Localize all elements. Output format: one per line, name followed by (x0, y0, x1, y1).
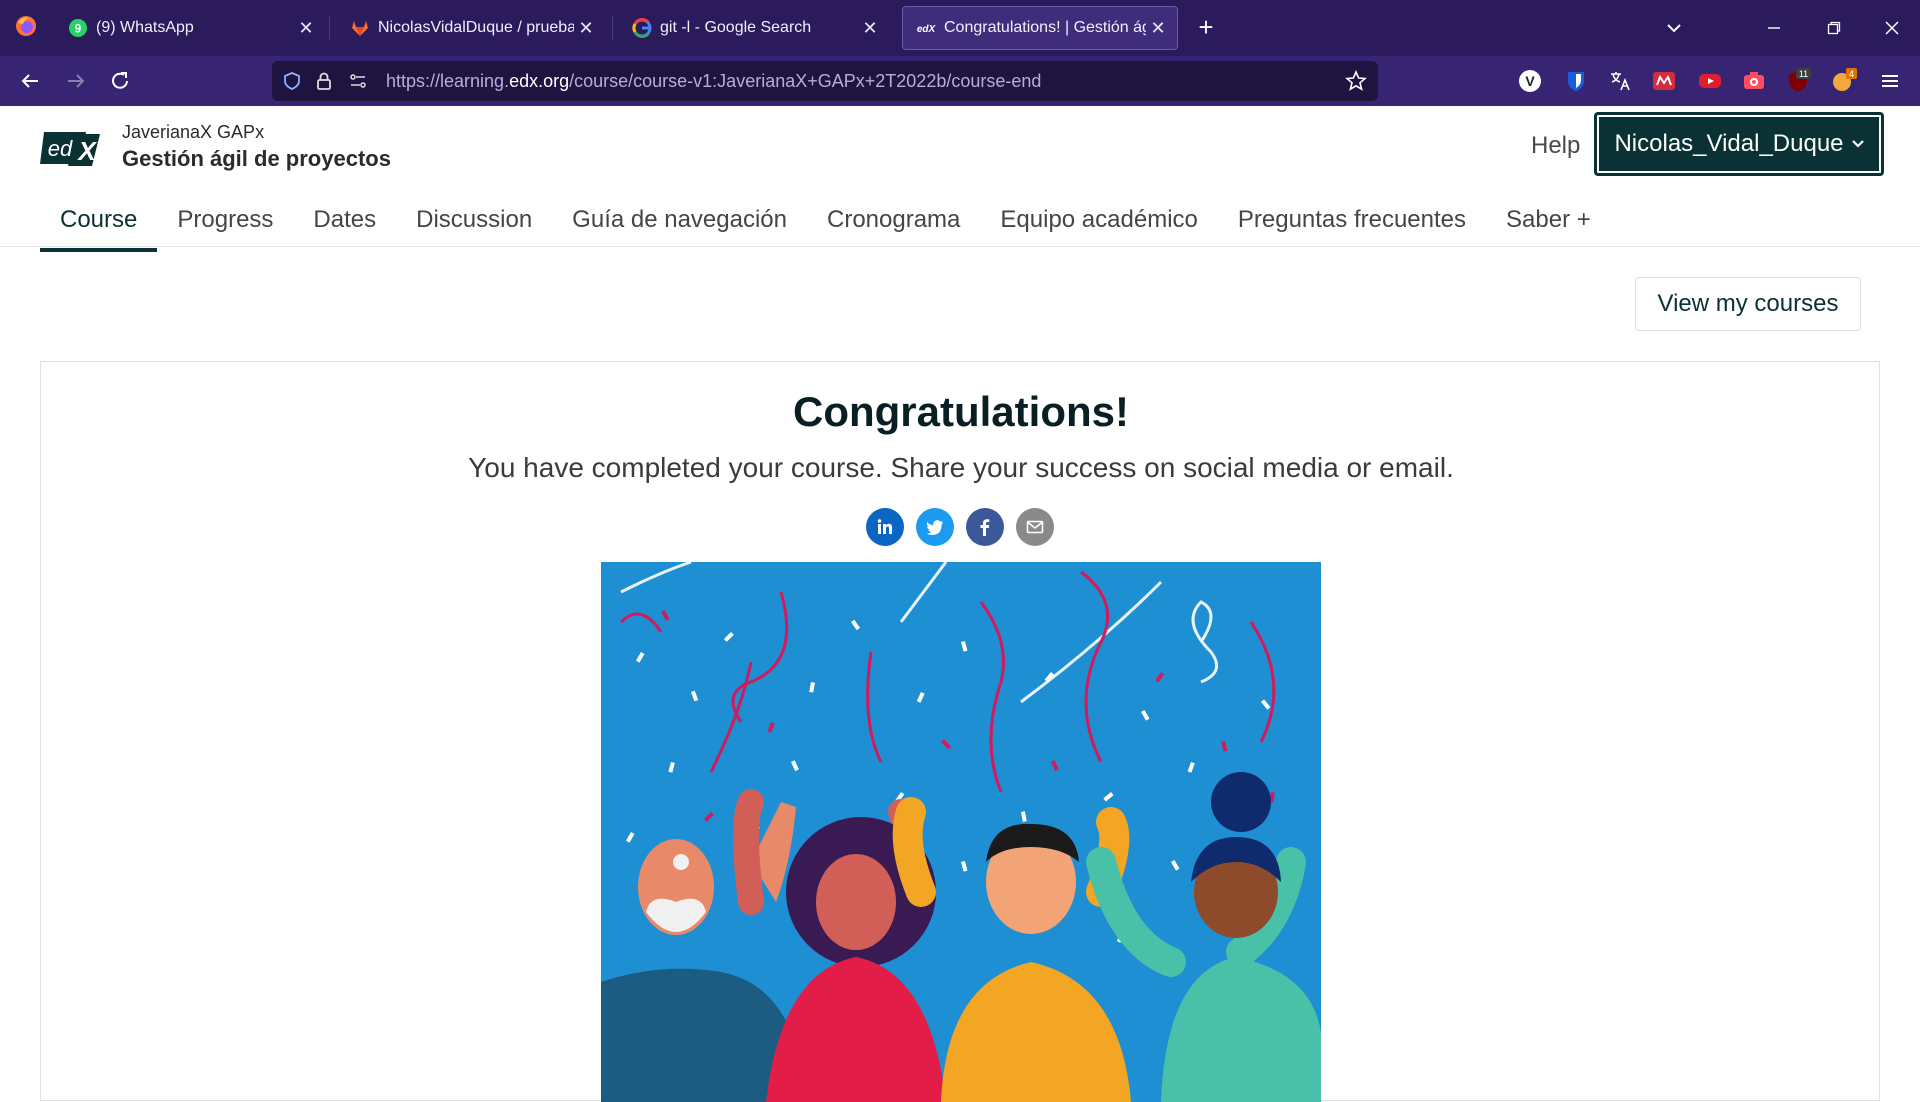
celebration-illustration (601, 562, 1321, 1102)
browser-tab-whatsapp[interactable]: 9 (9) WhatsApp ✕ (54, 6, 326, 50)
course-title: Gestión ágil de proyectos (122, 146, 391, 171)
url-text[interactable]: https://learning.edx.org/course/course-v… (386, 71, 1041, 92)
close-tab-icon[interactable]: ✕ (858, 16, 882, 40)
bookmark-star-icon[interactable] (1344, 69, 1368, 93)
course-end-card: Congratulations! You have completed your… (40, 361, 1880, 1102)
twitter-icon (926, 520, 943, 535)
addon-extension-icon[interactable]: 4 (1830, 67, 1858, 95)
firefox-menu-icon[interactable] (14, 14, 38, 38)
view-my-courses-button[interactable]: View my courses (1635, 277, 1861, 331)
new-tab-button[interactable]: + (1192, 14, 1220, 42)
edx-favicon-icon: edX (916, 18, 936, 38)
email-icon (1026, 520, 1044, 534)
tab-discussion[interactable]: Discussion (396, 188, 552, 252)
tab-title: (9) WhatsApp (96, 19, 194, 36)
close-window-button[interactable] (1876, 12, 1908, 44)
svg-text:9: 9 (75, 22, 82, 36)
facebook-share-button[interactable] (966, 508, 1004, 546)
browser-tab-gitlab[interactable]: NicolasVidalDuque / prueba · G ✕ (336, 6, 606, 50)
svg-text:11: 11 (1799, 69, 1808, 79)
vimium-extension-icon[interactable]: V (1516, 67, 1544, 95)
tab-equipo-academico[interactable]: Equipo académico (980, 188, 1217, 252)
reload-button[interactable] (104, 65, 136, 97)
help-link[interactable]: Help (1531, 132, 1580, 160)
browser-tab-edx-active[interactable]: edX Congratulations! | Gestión ágil d ✕ (902, 6, 1178, 50)
gitlab-icon (350, 18, 370, 38)
hamburger-menu-icon[interactable] (1876, 67, 1904, 95)
svg-text:edX: edX (917, 24, 936, 35)
email-share-button[interactable] (1016, 508, 1054, 546)
svg-text:ed: ed (48, 136, 73, 161)
tab-title: git -l - Google Search (660, 19, 812, 36)
list-all-tabs-icon[interactable] (1660, 16, 1688, 40)
twitter-share-button[interactable] (916, 508, 954, 546)
course-org: JaverianaX GAPx (122, 122, 265, 142)
course-tabs: Course Progress Dates Discussion Guía de… (40, 188, 1611, 252)
tracking-protection-icon[interactable] (280, 69, 304, 93)
tab-title: NicolasVidalDuque / prueba · G (378, 19, 574, 36)
close-tab-icon[interactable]: ✕ (574, 16, 598, 40)
tab-course[interactable]: Course (40, 188, 158, 252)
site-permissions-icon[interactable] (346, 69, 370, 93)
minimize-button[interactable] (1758, 12, 1790, 44)
tab-cronograma[interactable]: Cronograma (807, 188, 980, 252)
edx-logo[interactable]: ed X (40, 128, 102, 168)
share-buttons (866, 508, 1054, 546)
close-tab-icon[interactable]: ✕ (294, 16, 318, 40)
tab-saber-mas[interactable]: Saber + (1486, 188, 1611, 252)
youtube-extension-icon[interactable] (1696, 67, 1724, 95)
tab-guia-navegacion[interactable]: Guía de navegación (552, 188, 807, 252)
tab-title: Congratulations! | Gestión ágil d (944, 19, 1146, 36)
lock-icon[interactable] (312, 69, 336, 93)
svg-text:X: X (76, 136, 97, 166)
google-icon (632, 18, 652, 38)
congratulations-heading: Congratulations! (793, 388, 1129, 435)
ublock-extension-icon[interactable]: 11 (1784, 67, 1812, 95)
mendeley-extension-icon[interactable] (1650, 67, 1678, 95)
back-button[interactable] (14, 65, 46, 97)
forward-button[interactable] (60, 65, 92, 97)
browser-nav-bar: https://learning.edx.org/course/course-v… (0, 56, 1920, 106)
translate-extension-icon[interactable] (1606, 67, 1634, 95)
svg-text:V: V (1525, 73, 1535, 89)
bitwarden-extension-icon[interactable] (1562, 67, 1590, 95)
user-menu-button[interactable]: Nicolas_Vidal_Duque (1594, 112, 1884, 176)
browser-tab-bar: 9 (9) WhatsApp ✕ NicolasVidalDuque / pru… (0, 0, 1920, 56)
tab-divider (329, 16, 330, 40)
tab-dates[interactable]: Dates (293, 188, 396, 252)
completion-message: You have completed your course. Share yo… (468, 452, 1454, 483)
svg-text:4: 4 (1849, 69, 1854, 79)
edx-page: ed X JaverianaX GAPx Gestión ágil de pro… (0, 106, 1920, 1102)
tabs-divider (0, 246, 1920, 247)
screenshot-extension-icon[interactable] (1740, 67, 1768, 95)
username-label: Nicolas_Vidal_Duque (1614, 130, 1844, 157)
linkedin-icon (877, 519, 892, 534)
browser-tab-google[interactable]: git -l - Google Search ✕ (618, 6, 890, 50)
linkedin-share-button[interactable] (866, 508, 904, 546)
tab-progress[interactable]: Progress (157, 188, 293, 252)
address-bar[interactable]: https://learning.edx.org/course/course-v… (272, 61, 1378, 101)
tab-divider (612, 16, 613, 40)
facebook-icon (980, 519, 990, 536)
restore-button[interactable] (1818, 12, 1850, 44)
close-tab-icon[interactable]: ✕ (1146, 16, 1170, 40)
chevron-down-icon (1851, 140, 1864, 148)
whatsapp-icon: 9 (68, 18, 88, 38)
tab-preguntas-frecuentes[interactable]: Preguntas frecuentes (1218, 188, 1486, 252)
